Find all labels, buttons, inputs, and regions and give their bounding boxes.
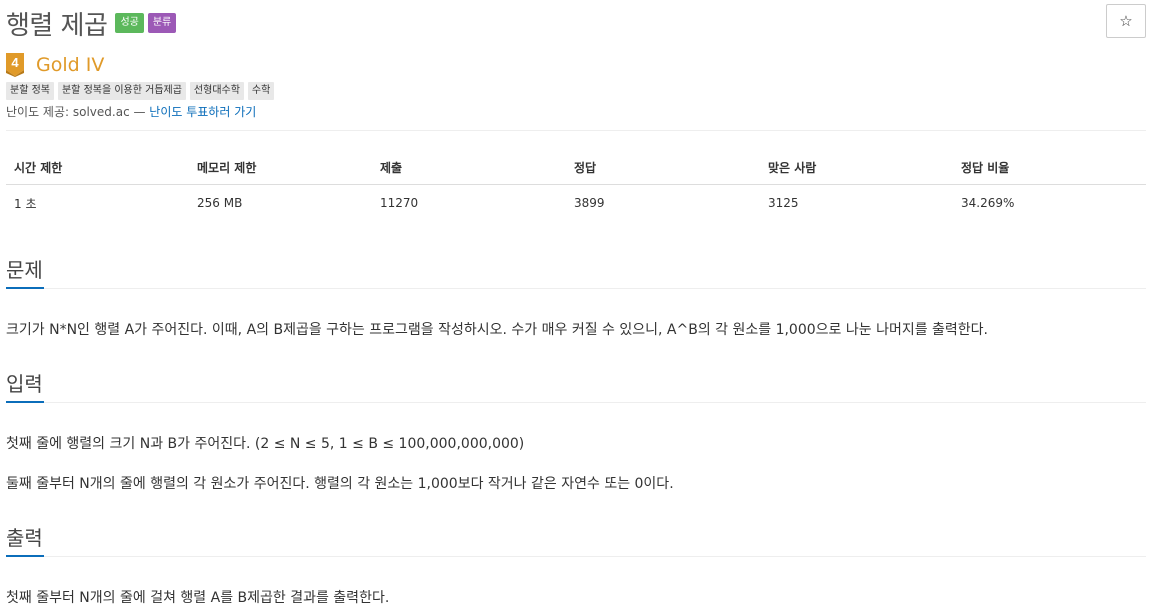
success-badge[interactable]: 성공 xyxy=(115,13,144,33)
tag-exponentiation-by-squaring[interactable]: 분할 정복을 이용한 거듭제곱 xyxy=(57,82,186,100)
section-divider xyxy=(6,556,1146,557)
tag-math[interactable]: 수학 xyxy=(247,82,275,100)
value-memory-limit: 256 MB xyxy=(197,196,243,210)
header-submissions: 제출 xyxy=(372,150,566,185)
header-time-limit: 시간 제한 xyxy=(6,150,189,185)
section-underline xyxy=(6,287,44,289)
value-accepted: 3899 xyxy=(574,196,605,210)
tag-linear-algebra[interactable]: 선형대수학 xyxy=(189,82,244,100)
problem-info-table: 시간 제한 메모리 제한 제출 정답 맞은 사람 정답 비율 1 초 256 M… xyxy=(6,150,1146,221)
header-accept-ratio: 정답 비율 xyxy=(953,150,1146,185)
section-title-output: 출력 xyxy=(6,526,43,550)
tier-number: 4 xyxy=(11,55,19,70)
section-divider xyxy=(6,288,1146,289)
output-description: 첫째 줄부터 N개의 줄에 걸쳐 행렬 A를 B제곱한 결과를 출력한다. xyxy=(6,590,390,606)
star-button[interactable]: ☆ xyxy=(1106,4,1146,38)
star-icon: ☆ xyxy=(1119,12,1133,30)
info-value-row: 1 초 256 MB 11270 3899 3125 34.269% xyxy=(6,185,1146,222)
credit-text: 난이도 제공: solved.ac — xyxy=(6,105,150,119)
input-description-2: 둘째 줄부터 N개의 줄에 행렬의 각 원소가 주어진다. 행렬의 각 원소는 … xyxy=(6,476,674,492)
section-title-input: 입력 xyxy=(6,372,43,396)
header-memory-limit: 메모리 제한 xyxy=(189,150,372,185)
header-solved-users: 맞은 사람 xyxy=(760,150,953,185)
tier-gold-icon: 4 xyxy=(6,53,24,77)
category-badge[interactable]: 분류 xyxy=(147,13,177,33)
tier-row: 4 Gold IV xyxy=(6,52,104,78)
value-solved-users[interactable]: 3125 xyxy=(760,185,953,222)
section-divider xyxy=(6,402,1146,403)
divider xyxy=(6,130,1146,131)
problem-title: 행렬 제곱 xyxy=(6,10,108,41)
tag-divide-conquer[interactable]: 분할 정복 xyxy=(6,82,54,100)
section-title-problem: 문제 xyxy=(6,258,43,282)
tier-name[interactable]: Gold IV xyxy=(36,54,104,76)
problem-description: 크기가 N*N인 행렬 A가 주어진다. 이때, A의 B제곱을 구하는 프로그… xyxy=(6,322,989,338)
difficulty-credit: 난이도 제공: solved.ac — 난이도 투표하러 가기 xyxy=(6,103,256,120)
section-underline xyxy=(6,401,44,403)
input-description-1: 첫째 줄에 행렬의 크기 N과 B가 주어진다. (2 ≤ N ≤ 5, 1 ≤… xyxy=(6,436,525,452)
section-underline xyxy=(6,555,44,557)
vote-difficulty-link[interactable]: 난이도 투표하러 가기 xyxy=(149,105,256,119)
header-accepted: 정답 xyxy=(566,150,760,185)
title-row: 행렬 제곱 성공 분류 xyxy=(6,3,177,43)
info-header-row: 시간 제한 메모리 제한 제출 정답 맞은 사람 정답 비율 xyxy=(6,150,1146,185)
algorithm-tags: 분할 정복 분할 정복을 이용한 거듭제곱 선형대수학 수학 xyxy=(6,82,278,100)
value-time-limit: 1 초 xyxy=(14,196,37,211)
value-submissions[interactable]: 11270 xyxy=(372,185,566,222)
value-accept-ratio: 34.269% xyxy=(961,196,1015,210)
